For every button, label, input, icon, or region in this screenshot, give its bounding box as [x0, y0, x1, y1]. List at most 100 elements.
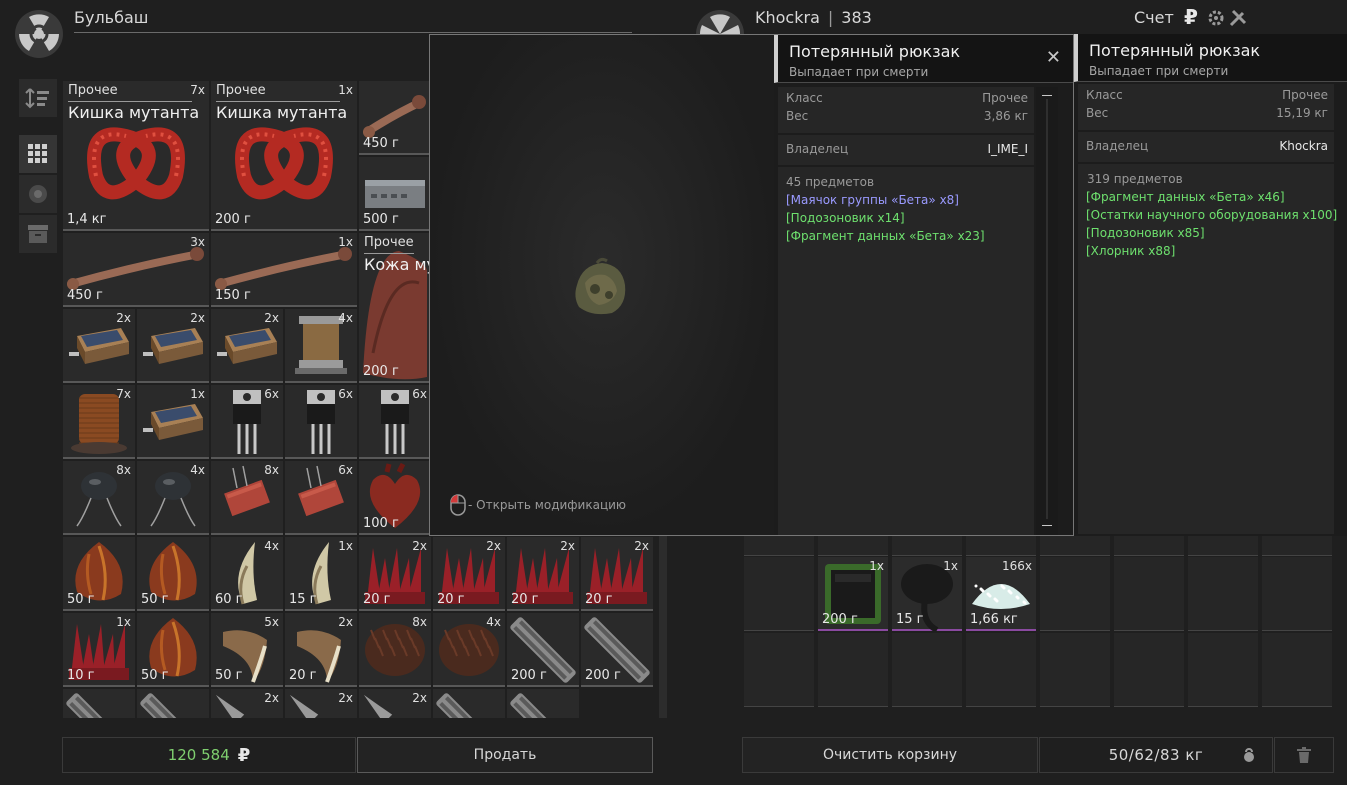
filter-button[interactable] [19, 175, 57, 213]
basket-slot[interactable] [892, 536, 962, 556]
inventory-slot[interactable]: 5x 50 г [211, 613, 283, 687]
inventory-slot[interactable]: Прочее Кожа му 200 г [359, 233, 431, 383]
grid-view-button[interactable] [19, 135, 57, 173]
basket-slot[interactable] [1188, 536, 1258, 556]
inventory-slot[interactable]: 1x 150 г [211, 233, 357, 307]
inventory-slot[interactable]: 450 г [359, 81, 431, 155]
inventory-slot[interactable]: 50 г [137, 537, 209, 611]
inventory-slot[interactable] [433, 689, 505, 718]
gear-icon[interactable] [1207, 9, 1225, 27]
item-weight: 200 г [363, 364, 399, 379]
basket-slot[interactable] [1040, 536, 1110, 556]
sort-button[interactable] [19, 79, 57, 117]
inventory-slot[interactable]: 2x [63, 309, 135, 383]
basket-slot[interactable] [1262, 536, 1332, 556]
player-name: Бульбаш [74, 8, 149, 27]
inventory-slot[interactable]: 100 г [359, 461, 431, 535]
weight-value: 3,86 кг [983, 109, 1028, 123]
clear-basket-button[interactable]: Очистить корзину [742, 737, 1038, 773]
compare-info-card: Потерянный рюкзак Выпадает при смерти Кл… [1074, 34, 1347, 536]
inventory-slot[interactable]: Прочее Кишка мутанта 7x 1,4 кг [63, 81, 209, 231]
inventory-slot[interactable]: 4x [433, 613, 505, 687]
basket-slot[interactable] [1114, 536, 1184, 556]
basket-slot[interactable] [744, 633, 814, 707]
modification-hint: - Открыть модификацию [450, 494, 626, 516]
trash-button[interactable] [1274, 737, 1334, 773]
sell-button[interactable]: Продать [357, 737, 653, 773]
inventory-slot[interactable]: Прочее Кишка мутанта 1x 200 г [211, 81, 357, 231]
inventory-slot[interactable]: 2x [137, 309, 209, 383]
basket-slot[interactable] [1040, 557, 1110, 631]
basket-slot[interactable] [1262, 557, 1332, 631]
inventory-slot[interactable]: 200 г [581, 613, 653, 687]
inventory-slot[interactable]: 8x [63, 461, 135, 535]
basket-slot[interactable] [1262, 633, 1332, 707]
basket-slot[interactable] [818, 536, 888, 556]
storage-button[interactable] [19, 215, 57, 253]
basket-slot[interactable] [1188, 557, 1258, 631]
item-count: 2x [560, 539, 575, 553]
inventory-slot[interactable]: 8x [211, 461, 283, 535]
inventory-slot[interactable]: 500 г [359, 157, 431, 231]
content-item: [Подозоновик x85] [1086, 226, 1205, 240]
inventory-slot[interactable]: 6x [285, 385, 357, 459]
inventory-slot[interactable]: 1x 15 г [285, 537, 357, 611]
inventory-slot[interactable] [137, 689, 209, 718]
close-icon[interactable]: ✕ [1046, 47, 1061, 68]
basket-item[interactable]: 166x 1,66 кг [966, 557, 1036, 631]
inventory-slot[interactable]: 50 г [137, 613, 209, 687]
item-count: 6x [338, 387, 353, 401]
basket-slot[interactable] [818, 633, 888, 707]
inventory-slot[interactable]: 2x [211, 309, 283, 383]
inventory-slot[interactable]: 8x [359, 613, 431, 687]
basket-slot[interactable] [744, 536, 814, 556]
inventory-slot[interactable]: 4x 60 г [211, 537, 283, 611]
item-count: 7x [116, 387, 131, 401]
card-header: Потерянный рюкзак Выпадает при смерти [1074, 34, 1347, 82]
inventory-slot[interactable]: 3x 450 г [63, 233, 209, 307]
inventory-slot[interactable] [63, 689, 135, 718]
inventory-slot[interactable]: 1x [137, 385, 209, 459]
inventory-slot[interactable]: 2x 20 г [433, 537, 505, 611]
inventory-slot[interactable]: 7x [63, 385, 135, 459]
item-count: 8x [412, 615, 427, 629]
basket-slot[interactable] [1114, 557, 1184, 631]
inventory-slot[interactable]: 2x 20 г [285, 613, 357, 687]
card-subtitle: Выпадает при смерти [789, 65, 929, 79]
inventory-slot[interactable]: 2x [211, 689, 283, 718]
basket-slot[interactable] [966, 536, 1036, 556]
inventory-slot[interactable]: 50 г [63, 537, 135, 611]
inventory-slot[interactable] [507, 689, 579, 718]
inventory-slot[interactable]: 2x [359, 689, 431, 718]
inventory-slot[interactable]: 6x [285, 461, 357, 535]
tools-icon[interactable] [1229, 9, 1247, 27]
inventory-slot[interactable]: 1x 10 г [63, 613, 135, 687]
multitool-icon [140, 693, 206, 718]
inventory-slot[interactable]: 4x [137, 461, 209, 535]
basket-slot[interactable] [1188, 633, 1258, 707]
card-scrollbar[interactable] [1036, 87, 1058, 535]
inventory-slot[interactable]: 2x [285, 689, 357, 718]
money-value: 120 584 [167, 746, 230, 764]
item-count: 1x [338, 539, 353, 553]
basket-item[interactable]: 1x 200 г [818, 557, 888, 631]
basket-slot[interactable] [892, 633, 962, 707]
ruble-header-icon[interactable]: ₽ [1184, 5, 1198, 29]
inventory-slot[interactable]: 2x 20 г [507, 537, 579, 611]
basket-item[interactable]: 1x 15 г [892, 557, 962, 633]
inventory-slot[interactable]: 200 г [507, 613, 579, 687]
item-count: 2x [338, 615, 353, 629]
inventory-slot[interactable]: 2x 20 г [359, 537, 431, 611]
basket-slot[interactable] [1040, 633, 1110, 707]
contents-panel: 319 предметов [Фрагмент данных «Бета» x4… [1078, 164, 1337, 534]
basket-slot[interactable] [744, 557, 814, 631]
inventory-slot[interactable]: 2x 20 г [581, 537, 653, 611]
item-weight: 500 г [363, 212, 399, 227]
basket-slot[interactable] [1114, 633, 1184, 707]
inventory-slot[interactable]: 6x [211, 385, 283, 459]
basket-slot[interactable] [966, 633, 1036, 707]
item-weight: 50 г [215, 668, 243, 683]
item-count: 2x [116, 311, 131, 325]
inventory-slot[interactable]: 6x [359, 385, 431, 459]
inventory-slot[interactable]: 4x [285, 309, 357, 383]
